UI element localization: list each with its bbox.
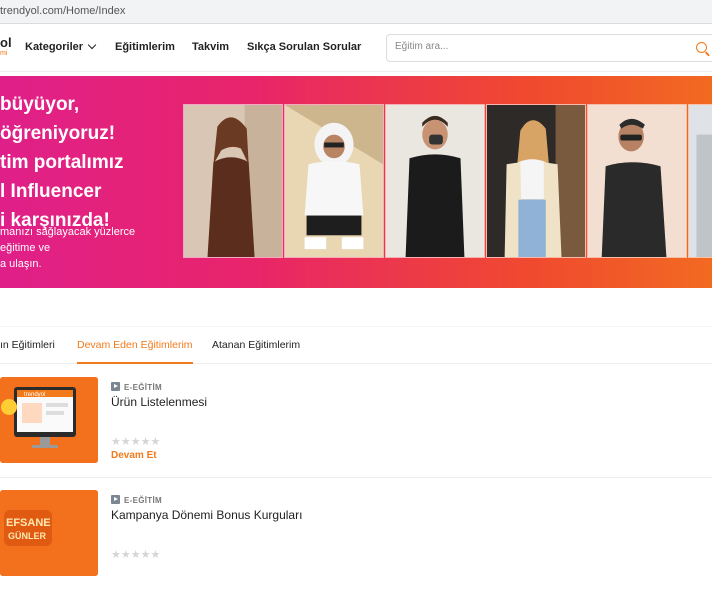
banner-headline-line: öğreniyoruz! [0, 123, 116, 144]
nav-takvim[interactable]: Takvim [192, 41, 229, 53]
active-tab-indicator [77, 362, 193, 364]
course-item[interactable]: trendyol E-EĞİTİM Ürün Listelenmesi ★★★★… [0, 377, 712, 487]
tab-egitimleri[interactable]: ın Eğitimleri [0, 339, 55, 351]
divider [0, 477, 712, 478]
influencer-photo [587, 104, 687, 258]
banner-headline-line: büyüyor, [0, 94, 80, 115]
course-title[interactable]: Kampanya Dönemi Bonus Kurguları [111, 508, 302, 522]
url-text[interactable]: trendyol.com/Home/Index [0, 5, 125, 17]
thumb-text-gunler: GÜNLER [8, 531, 47, 541]
course-item[interactable]: EFSANE GÜNLER E-EĞİTİM Kampanya Dönemi B… [0, 490, 712, 600]
influencer-photo [486, 104, 586, 258]
tab-devam-eden[interactable]: Devam Eden Eğitimlerim [77, 339, 193, 351]
hero-banner[interactable]: büyüyor, öğreniyoruz! tim portalımız l I… [0, 76, 712, 288]
search-icon[interactable] [696, 42, 707, 53]
influencer-photo [688, 104, 712, 258]
nav-egitimlerim[interactable]: Eğitimlerim [115, 41, 175, 53]
course-thumbnail[interactable]: EFSANE GÜNLER [0, 490, 98, 576]
thumb-brand-text: trendyol [24, 392, 45, 398]
banner-subtext-line: manızı sağlayacak yüzlerce [0, 226, 136, 238]
course-tabs: ın Eğitimleri Devam Eden Eğitimlerim Ata… [0, 326, 712, 364]
browser-url-bar[interactable]: trendyol.com/Home/Index [0, 0, 712, 24]
video-play-icon [111, 382, 120, 391]
search-input[interactable] [395, 41, 675, 52]
course-type: E-EĞİTİM [111, 494, 162, 505]
continue-link[interactable]: Devam Et [111, 450, 157, 461]
thumb-text-efsane: EFSANE [6, 517, 51, 529]
logo[interactable]: ol mi [0, 36, 14, 58]
course-thumbnail[interactable]: trendyol [0, 377, 98, 463]
tab-atanan[interactable]: Atanan Eğitimlerim [212, 339, 300, 351]
influencer-photo [385, 104, 485, 258]
course-type: E-EĞİTİM [111, 381, 162, 392]
influencer-photo [284, 104, 384, 258]
video-play-icon [111, 495, 120, 504]
course-title[interactable]: Ürün Listelenmesi [111, 395, 207, 409]
course-type-label: E-EĞİTİM [124, 496, 162, 505]
rating-stars[interactable]: ★★★★★ [111, 435, 160, 448]
banner-headline: büyüyor, öğreniyoruz! tim portalımız l I… [0, 90, 180, 235]
search-box[interactable] [386, 34, 712, 62]
nav-kategoriler[interactable]: Kategoriler [25, 40, 97, 53]
logo-subtext: mi [0, 50, 8, 57]
banner-subtext: manızı sağlayacak yüzlerce eğitime ve a … [0, 224, 180, 272]
chevron-down-icon [87, 40, 97, 50]
banner-headline-line: tim portalımız [0, 152, 124, 173]
banner-headline-line: l Influencer [0, 181, 102, 202]
top-navbar: ol mi Kategoriler Eğitimlerim Takvim Sık… [0, 26, 712, 72]
banner-subtext-line: eğitime ve [0, 242, 51, 254]
nav-sss[interactable]: Sıkça Sorulan Sorular [247, 41, 361, 53]
influencer-photo [183, 104, 283, 258]
nav-kategoriler-label: Kategoriler [25, 41, 84, 53]
course-type-label: E-EĞİTİM [124, 383, 162, 392]
banner-subtext-line: a ulaşın. [0, 258, 42, 270]
logo-text: ol [0, 35, 12, 50]
